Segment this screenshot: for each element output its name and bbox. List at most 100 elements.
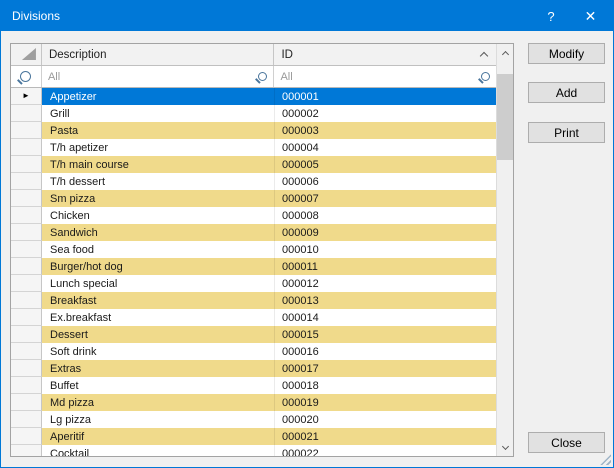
row-description[interactable]: Chicken (42, 207, 275, 224)
table-row[interactable]: Breakfast 000013 (11, 292, 496, 309)
row-description[interactable]: Breakfast (42, 292, 275, 309)
print-button[interactable]: Print (528, 122, 605, 143)
table-row[interactable]: Sandwich 000009 (11, 224, 496, 241)
row-id[interactable]: 000001 (275, 88, 496, 105)
table-row[interactable]: T/h apetizer 000004 (11, 139, 496, 156)
row-description[interactable]: Pasta (42, 122, 275, 139)
row-id[interactable]: 000016 (275, 343, 496, 360)
table-row[interactable]: Burger/hot dog 000011 (11, 258, 496, 275)
table-row[interactable]: Cocktail 000022 (11, 445, 496, 456)
scrollbar-thumb[interactable] (497, 74, 513, 160)
row-selector[interactable] (11, 428, 42, 445)
scrollbar-track[interactable] (497, 61, 513, 439)
table-row[interactable]: T/h dessert 000006 (11, 173, 496, 190)
row-id[interactable]: 000002 (275, 105, 496, 122)
table-row[interactable]: Md pizza 000019 (11, 394, 496, 411)
table-row[interactable]: Lg pizza 000020 (11, 411, 496, 428)
table-row[interactable]: Extras 000017 (11, 360, 496, 377)
column-header-id[interactable]: ID (274, 44, 496, 65)
row-description[interactable]: Md pizza (42, 394, 275, 411)
row-id[interactable]: 000020 (275, 411, 496, 428)
row-selector[interactable] (11, 156, 42, 173)
table-row[interactable]: Sm pizza 000007 (11, 190, 496, 207)
row-description[interactable]: Buffet (42, 377, 275, 394)
close-window-button[interactable]: ✕ (568, 1, 613, 31)
row-selector[interactable] (11, 394, 42, 411)
resize-grip[interactable] (600, 454, 611, 465)
scroll-down-button[interactable] (497, 439, 513, 456)
row-id[interactable]: 000010 (275, 241, 496, 258)
row-selector[interactable] (11, 275, 42, 292)
row-description[interactable]: Grill (42, 105, 275, 122)
row-selector[interactable] (11, 190, 42, 207)
table-row[interactable]: Buffet 000018 (11, 377, 496, 394)
table-row[interactable]: Chicken 000008 (11, 207, 496, 224)
row-id[interactable]: 000012 (275, 275, 496, 292)
row-selector[interactable] (11, 173, 42, 190)
table-row[interactable]: Sea food 000010 (11, 241, 496, 258)
filter-description-input[interactable]: All (42, 66, 275, 87)
row-description[interactable]: Lg pizza (42, 411, 275, 428)
table-row[interactable]: Aperitif 000021 (11, 428, 496, 445)
row-id[interactable]: 000015 (275, 326, 496, 343)
row-selector[interactable]: ► (11, 88, 42, 105)
row-selector[interactable] (11, 122, 42, 139)
row-selector[interactable] (11, 139, 42, 156)
row-description[interactable]: Cocktail (42, 445, 275, 456)
table-row[interactable]: Lunch special 000012 (11, 275, 496, 292)
table-row[interactable]: Dessert 000015 (11, 326, 496, 343)
row-description[interactable]: T/h dessert (42, 173, 275, 190)
row-selector[interactable] (11, 258, 42, 275)
row-selector[interactable] (11, 241, 42, 258)
row-id[interactable]: 000006 (275, 173, 496, 190)
filter-id-input[interactable]: All (274, 66, 496, 87)
row-selector[interactable] (11, 326, 42, 343)
scroll-up-button[interactable] (497, 44, 513, 61)
add-button[interactable]: Add (528, 82, 605, 103)
row-id[interactable]: 000008 (275, 207, 496, 224)
row-selector[interactable] (11, 207, 42, 224)
row-selector[interactable] (11, 224, 42, 241)
row-id[interactable]: 000022 (275, 445, 496, 456)
row-selector[interactable] (11, 377, 42, 394)
row-description[interactable]: Dessert (42, 326, 275, 343)
row-id[interactable]: 000014 (275, 309, 496, 326)
table-row[interactable]: Ex.breakfast 000014 (11, 309, 496, 326)
row-id[interactable]: 000007 (275, 190, 496, 207)
row-id[interactable]: 000018 (275, 377, 496, 394)
row-description[interactable]: T/h main course (42, 156, 275, 173)
help-button[interactable]: ? (534, 1, 568, 31)
row-selector[interactable] (11, 360, 42, 377)
row-description[interactable]: Sm pizza (42, 190, 275, 207)
row-id[interactable]: 000013 (275, 292, 496, 309)
row-id[interactable]: 000009 (275, 224, 496, 241)
row-id[interactable]: 000003 (275, 122, 496, 139)
row-description[interactable]: Soft drink (42, 343, 275, 360)
column-header-description[interactable]: Description (42, 44, 275, 65)
row-id[interactable]: 000011 (275, 258, 496, 275)
row-description[interactable]: Sandwich (42, 224, 275, 241)
row-selector[interactable] (11, 343, 42, 360)
row-description[interactable]: Sea food (42, 241, 275, 258)
close-button[interactable]: Close (528, 432, 605, 453)
row-id[interactable]: 000004 (275, 139, 496, 156)
row-selector[interactable] (11, 309, 42, 326)
table-row[interactable]: T/h main course 000005 (11, 156, 496, 173)
table-row[interactable]: ► Appetizer 000001 (11, 88, 496, 105)
row-description[interactable]: Ex.breakfast (42, 309, 275, 326)
table-row[interactable]: Grill 000002 (11, 105, 496, 122)
vertical-scrollbar[interactable] (496, 44, 513, 456)
row-id[interactable]: 000005 (275, 156, 496, 173)
row-description[interactable]: Aperitif (42, 428, 275, 445)
row-description[interactable]: Extras (42, 360, 275, 377)
row-description[interactable]: Appetizer (42, 88, 275, 105)
filter-selector-cell[interactable] (11, 66, 42, 87)
row-description[interactable]: Lunch special (42, 275, 275, 292)
grid-corner-cell[interactable] (11, 44, 42, 65)
row-description[interactable]: Burger/hot dog (42, 258, 275, 275)
row-id[interactable]: 000017 (275, 360, 496, 377)
modify-button[interactable]: Modify (528, 43, 605, 64)
row-description[interactable]: T/h apetizer (42, 139, 275, 156)
table-row[interactable]: Soft drink 000016 (11, 343, 496, 360)
row-selector[interactable] (11, 105, 42, 122)
